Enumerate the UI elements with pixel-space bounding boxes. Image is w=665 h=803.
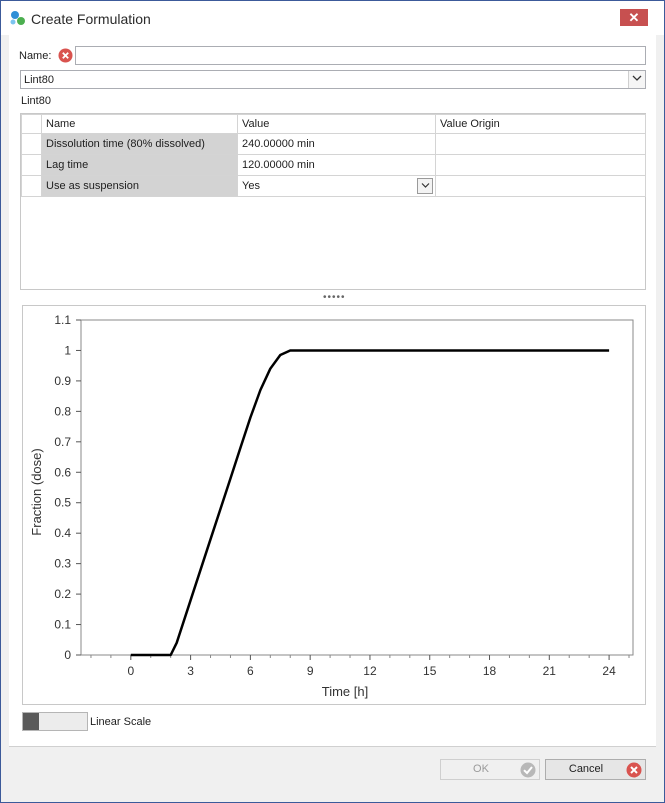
- dialog-content: Name: Lint80 Lint80 Name Value Value Ori…: [9, 35, 656, 746]
- cancel-button-label: Cancel: [568, 763, 604, 775]
- error-icon: [58, 48, 73, 63]
- title-bar: Create Formulation ✕: [1, 1, 664, 35]
- parameter-grid: Name Value Value Origin Dissolution time…: [20, 113, 646, 290]
- row-indicator[interactable]: [21, 175, 42, 197]
- parameter-name-cell: Use as suspension: [41, 175, 238, 197]
- y-tick-label: 0.4: [54, 526, 71, 540]
- linear-scale-label: Linear Scale: [90, 716, 152, 728]
- y-tick-label: 0.9: [54, 374, 71, 388]
- chevron-down-icon[interactable]: [628, 71, 645, 88]
- plot-area: [80, 319, 634, 656]
- x-tick-label: 15: [423, 664, 437, 678]
- ok-button-label: OK: [473, 763, 489, 775]
- parameter-origin-cell[interactable]: [435, 133, 646, 155]
- table-row: Dissolution time (80% dissolved) 240.000…: [21, 133, 646, 155]
- parameter-name-cell: Dissolution time (80% dissolved): [41, 133, 238, 155]
- x-tick-label: 9: [307, 664, 314, 678]
- grid-header-row: Name Value Value Origin: [21, 114, 646, 134]
- window-title: Create Formulation: [31, 11, 151, 27]
- parameter-origin-cell[interactable]: [435, 154, 646, 176]
- x-axis-label: Time [h]: [322, 684, 368, 699]
- linear-scale-toggle[interactable]: [22, 712, 88, 731]
- table-row: Use as suspension Yes: [21, 175, 646, 197]
- x-tick-label: 24: [602, 664, 616, 678]
- y-axis-label: Fraction (dose): [29, 448, 44, 535]
- x-tick-label: 18: [483, 664, 497, 678]
- y-tick-label: 0.7: [54, 435, 71, 449]
- x-tick-label: 6: [247, 664, 254, 678]
- formulation-description: Lint80: [21, 95, 51, 107]
- y-tick-label: 0.2: [54, 587, 71, 601]
- y-tick-label: 0.3: [54, 557, 71, 571]
- suspension-select-value: Yes: [242, 180, 260, 192]
- y-tick-label: 0.5: [54, 496, 71, 510]
- formulation-type-select[interactable]: Lint80: [20, 70, 646, 89]
- chevron-down-icon[interactable]: [417, 178, 433, 194]
- close-icon: ✕: [628, 10, 640, 25]
- row-indicator-header: [21, 114, 42, 134]
- parameter-value-cell[interactable]: 120.00000 min: [237, 154, 436, 176]
- create-formulation-dialog: Create Formulation ✕ Name: Lint80 Lint80: [0, 0, 665, 803]
- chart-panel: 0 0.1 0.2 0.3 0.4 0.5 0.6 0.7 0.8 0.9 1 1.1 0 3 6 9 12 1…: [22, 305, 646, 705]
- x-tick-label: 3: [187, 664, 194, 678]
- x-tick-label: 0: [127, 664, 134, 678]
- row-indicator[interactable]: [21, 154, 42, 176]
- cancel-icon: [626, 762, 642, 778]
- check-icon: [520, 762, 536, 778]
- toggle-knob[interactable]: [23, 713, 39, 730]
- formulation-app-icon: [10, 11, 25, 25]
- parameter-name-cell: Lag time: [41, 154, 238, 176]
- cancel-button[interactable]: Cancel: [545, 759, 646, 780]
- name-label: Name:: [19, 50, 52, 62]
- table-row: Lag time 120.00000 min: [21, 154, 646, 176]
- splitter-handle[interactable]: •••••: [323, 292, 346, 303]
- suspension-select[interactable]: Yes: [237, 175, 436, 197]
- column-header-name[interactable]: Name: [41, 114, 238, 134]
- y-tick-label: 1.1: [54, 313, 71, 327]
- row-indicator[interactable]: [21, 133, 42, 155]
- y-tick-label: 0.1: [54, 618, 71, 632]
- formulation-type-value: Lint80: [24, 74, 54, 86]
- y-tick-label: 0: [64, 648, 71, 662]
- x-tick-label: 21: [543, 664, 557, 678]
- parameter-value-cell[interactable]: 240.00000 min: [237, 133, 436, 155]
- ok-button[interactable]: OK: [440, 759, 540, 780]
- y-tick-label: 0.8: [54, 404, 71, 418]
- footer-separator: [9, 746, 656, 747]
- y-tick-label: 0.6: [54, 465, 71, 479]
- column-header-value-origin[interactable]: Value Origin: [435, 114, 646, 134]
- parameter-origin-cell[interactable]: [435, 175, 646, 197]
- name-input[interactable]: [75, 46, 646, 65]
- column-header-value[interactable]: Value: [237, 114, 436, 134]
- y-tick-label: 1: [64, 343, 71, 357]
- x-tick-label: 12: [363, 664, 377, 678]
- dissolution-chart: 0 0.1 0.2 0.3 0.4 0.5 0.6 0.7 0.8 0.9 1 1.1 0 3 6 9 12 1…: [29, 313, 634, 699]
- window-close-button[interactable]: ✕: [620, 9, 648, 26]
